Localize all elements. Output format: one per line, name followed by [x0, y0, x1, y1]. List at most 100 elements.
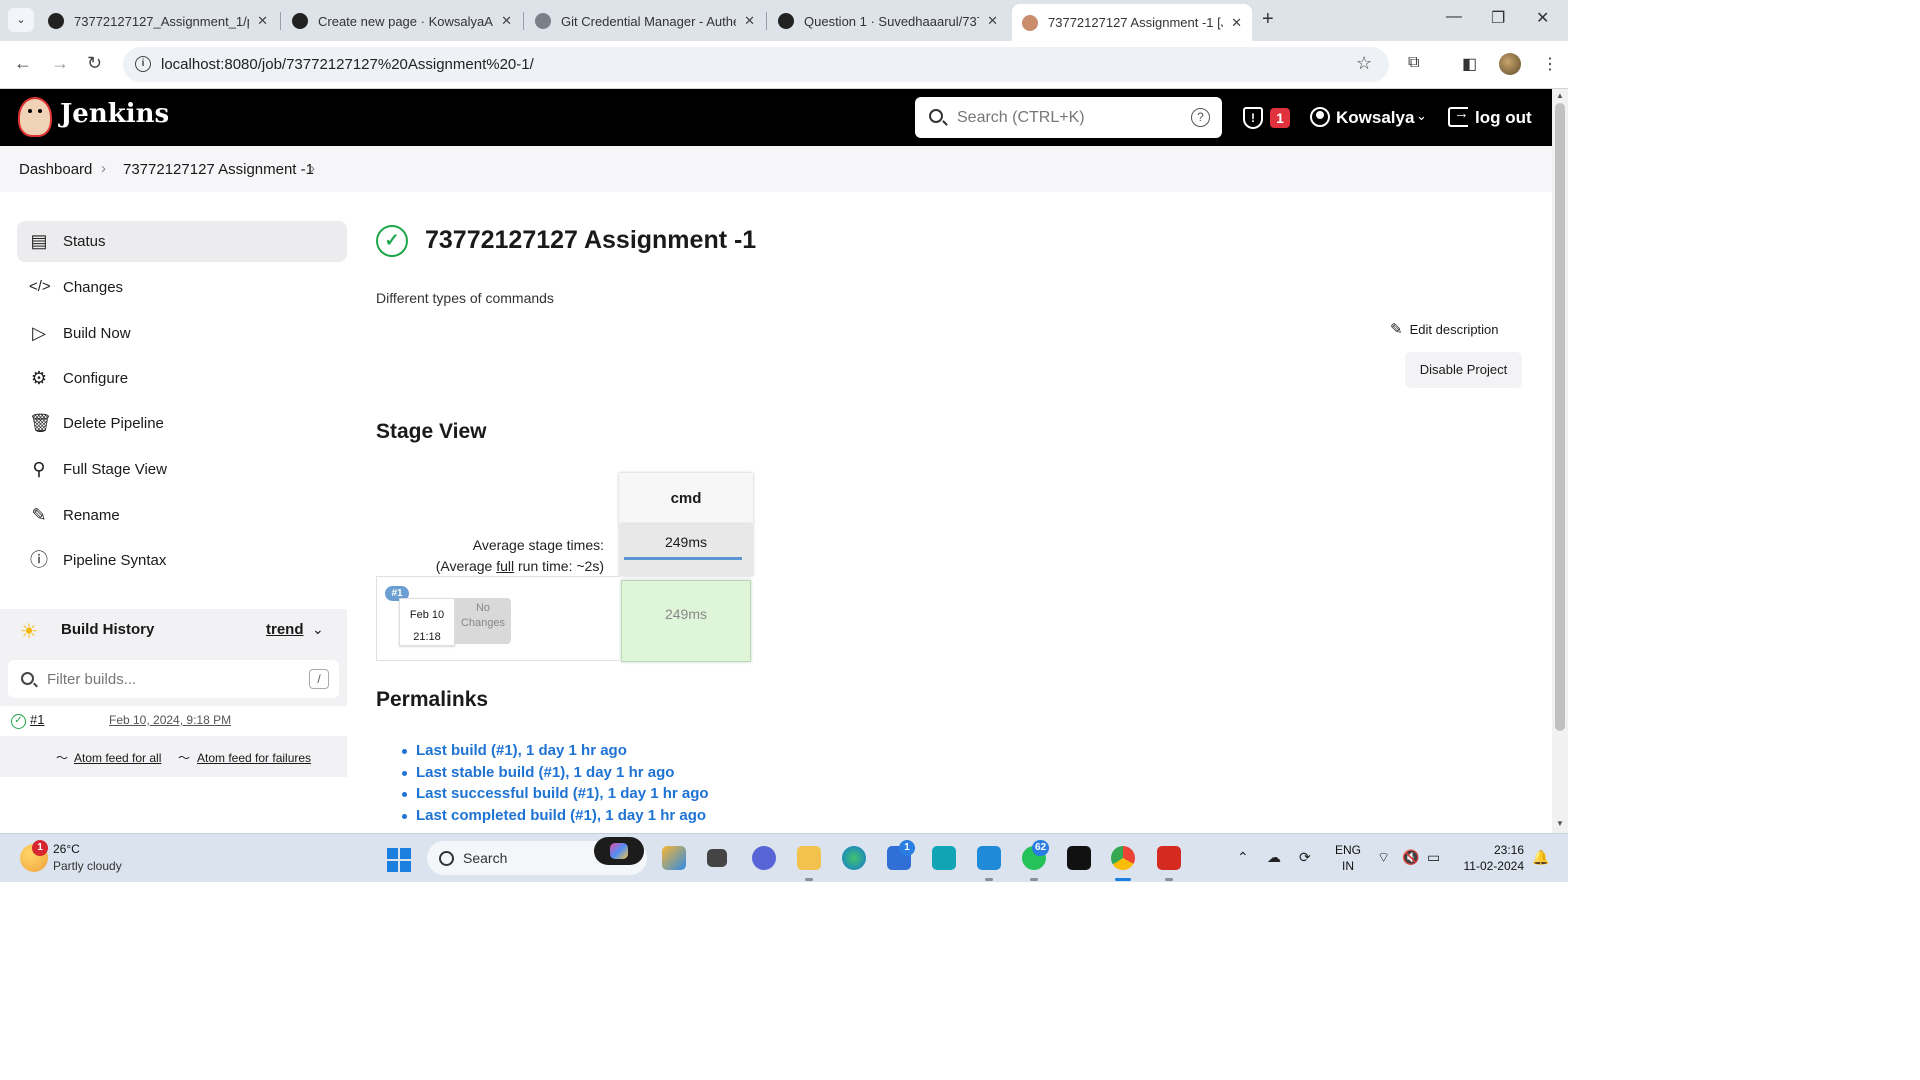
chrome-icon[interactable]: [1111, 846, 1135, 870]
browser-menu-icon[interactable]: ⋮: [1542, 54, 1558, 74]
close-window-icon[interactable]: ✕: [1536, 8, 1549, 28]
sidebar-item-status[interactable]: ▤ Status: [17, 221, 347, 262]
sync-icon[interactable]: ⟳: [1299, 849, 1311, 866]
onedrive-cloud-icon[interactable]: ☁: [1267, 849, 1281, 866]
intellij-icon[interactable]: [1067, 846, 1091, 870]
side-panel-icon[interactable]: ◧: [1462, 54, 1477, 74]
forward-icon[interactable]: →: [51, 53, 69, 74]
browser-tab-3[interactable]: Git Credential Manager - Authe ✕: [525, 6, 765, 36]
page-scrollbar[interactable]: ▲ ▼: [1552, 89, 1568, 833]
jenkins-brand[interactable]: Jenkins: [60, 99, 169, 129]
search-box[interactable]: Search (CTRL+K) ?: [915, 97, 1222, 138]
stage-header-cmd: cmd: [619, 473, 753, 524]
sidebar-item-build-now[interactable]: ▷ Build Now: [17, 313, 347, 354]
avg-run-prefix: (Average: [435, 558, 497, 574]
back-icon[interactable]: ←: [14, 53, 32, 74]
build-date-box[interactable]: Feb 10 21:18: [399, 598, 455, 646]
average-stage-times-label: Average stage times: (Average full run t…: [376, 535, 604, 577]
clock-date[interactable]: 11-02-2024: [1458, 859, 1525, 873]
vscode-icon[interactable]: [977, 846, 1001, 870]
close-tab-icon[interactable]: ✕: [1231, 15, 1242, 31]
reload-icon[interactable]: ↻: [87, 53, 102, 74]
battery-icon[interactable]: ▭: [1427, 849, 1440, 866]
sidebar-item-configure[interactable]: ⚙ Configure: [17, 358, 347, 399]
weather-temperature[interactable]: 26°C: [53, 842, 80, 856]
sidebar-item-full-stage-view[interactable]: ⚲ Full Stage View: [17, 449, 347, 490]
permalink-last-successful-build[interactable]: Last successful build (#1), 1 day 1 hr a…: [398, 785, 709, 807]
profile-avatar[interactable]: [1499, 53, 1521, 75]
atom-feed-failures-link[interactable]: Atom feed for failures: [197, 751, 311, 765]
browser-tab-5-active[interactable]: 73772127127 Assignment -1 [Je ✕: [1012, 4, 1252, 41]
minimize-icon[interactable]: —: [1446, 8, 1462, 26]
app-icon[interactable]: [932, 846, 956, 870]
sidebar-item-delete-pipeline[interactable]: 🗑 Delete Pipeline: [17, 403, 347, 444]
browser-tab-4[interactable]: Question 1 · Suvedhaaarul/737 ✕: [768, 6, 1008, 36]
user-name[interactable]: Kowsalya: [1336, 108, 1414, 128]
sidebar-item-rename[interactable]: ✎ Rename: [17, 495, 347, 536]
chevron-down-icon[interactable]: ⌄: [1416, 108, 1427, 124]
show-hidden-icons-chevron[interactable]: ⌃: [1237, 849, 1249, 866]
atom-feed-all-link[interactable]: Atom feed for all: [74, 751, 161, 765]
user-icon[interactable]: [1310, 107, 1330, 127]
task-view-icon[interactable]: [707, 849, 727, 867]
build-number-link[interactable]: #1: [30, 712, 44, 727]
chevron-down-icon[interactable]: ⌄: [312, 621, 324, 638]
browser-tab-2[interactable]: Create new page · KowsalyaAru ✕: [282, 6, 522, 36]
security-alert-badge[interactable]: 1: [1270, 108, 1290, 128]
clock-time[interactable]: 23:16: [1458, 843, 1524, 857]
windows-start-icon[interactable]: [387, 848, 411, 872]
language-region[interactable]: IN: [1334, 859, 1362, 873]
search-icon: [21, 672, 34, 685]
permalinks-heading: Permalinks: [376, 688, 489, 711]
disable-project-button[interactable]: Disable Project: [1405, 352, 1522, 388]
notification-bell-icon[interactable]: 🔔: [1532, 849, 1549, 866]
document-icon: ▤: [30, 231, 48, 251]
weather-description[interactable]: Partly cloudy: [53, 859, 122, 873]
build-history-row[interactable]: ✓ #1 Feb 10, 2024, 9:18 PM: [0, 706, 347, 736]
build-history-panel: ☀ Build History trend ⌄ Filter builds...…: [0, 609, 347, 777]
edge-browser-icon[interactable]: [842, 846, 866, 870]
jenkins-logo[interactable]: [18, 97, 52, 137]
sidebar-item-pipeline-syntax[interactable]: ⓘ Pipeline Syntax: [17, 540, 347, 581]
wifi-icon[interactable]: ⌔: [1377, 849, 1390, 867]
volume-muted-icon[interactable]: 🔇: [1402, 849, 1419, 866]
security-shield-icon[interactable]: !: [1243, 107, 1263, 129]
scrollbar-thumb[interactable]: [1555, 103, 1565, 731]
edit-description-link[interactable]: ✎ Edit description: [1390, 320, 1499, 338]
breadcrumb-job[interactable]: 73772127127 Assignment -1: [123, 161, 314, 178]
language-indicator[interactable]: ENG: [1334, 843, 1362, 857]
acrobat-icon[interactable]: [1157, 846, 1181, 870]
close-tab-icon[interactable]: ✕: [744, 13, 755, 29]
file-explorer-icon[interactable]: [797, 846, 821, 870]
sidebar-item-label: Delete Pipeline: [63, 415, 164, 432]
chevron-right-icon[interactable]: ›: [310, 160, 315, 177]
trend-link[interactable]: trend: [266, 621, 304, 638]
breadcrumb-dashboard[interactable]: Dashboard: [19, 161, 92, 178]
extensions-icon[interactable]: ⧉: [1408, 54, 1419, 72]
stage-cell-success[interactable]: 249ms: [621, 580, 751, 662]
tab-search-button[interactable]: ⌄: [8, 8, 34, 32]
address-bar[interactable]: i localhost:8080/job/73772127127%20Assig…: [123, 47, 1389, 82]
help-icon[interactable]: ?: [1191, 108, 1210, 127]
close-tab-icon[interactable]: ✕: [257, 13, 268, 29]
scroll-up-icon[interactable]: ▲: [1556, 91, 1564, 100]
permalink-last-completed-build[interactable]: Last completed build (#1), 1 day 1 hr ag…: [398, 807, 709, 829]
build-date-link[interactable]: Feb 10, 2024, 9:18 PM: [109, 713, 231, 727]
permalink-last-build[interactable]: Last build (#1), 1 day 1 hr ago: [398, 742, 709, 764]
permalink-last-stable-build[interactable]: Last stable build (#1), 1 day 1 hr ago: [398, 764, 709, 786]
bookmark-star-icon[interactable]: ☆: [1356, 53, 1372, 74]
new-tab-button[interactable]: +: [1262, 8, 1274, 31]
scroll-down-icon[interactable]: ▼: [1556, 819, 1564, 828]
close-tab-icon[interactable]: ✕: [987, 13, 998, 29]
teams-chat-icon[interactable]: [752, 846, 776, 870]
site-info-icon[interactable]: i: [135, 56, 151, 72]
logout-link[interactable]: log out: [1475, 108, 1532, 128]
filter-builds-input[interactable]: Filter builds... /: [8, 660, 339, 698]
restore-icon[interactable]: ❐: [1491, 8, 1505, 28]
sidebar-item-changes[interactable]: </> Changes: [17, 267, 347, 308]
logout-icon[interactable]: [1448, 105, 1469, 127]
browser-tab-1[interactable]: 73772127127_Assignment_1/pr ✕: [38, 6, 278, 36]
close-tab-icon[interactable]: ✕: [501, 13, 512, 29]
copilot-icon[interactable]: [594, 837, 644, 865]
microsoft-365-icon[interactable]: [662, 846, 686, 870]
